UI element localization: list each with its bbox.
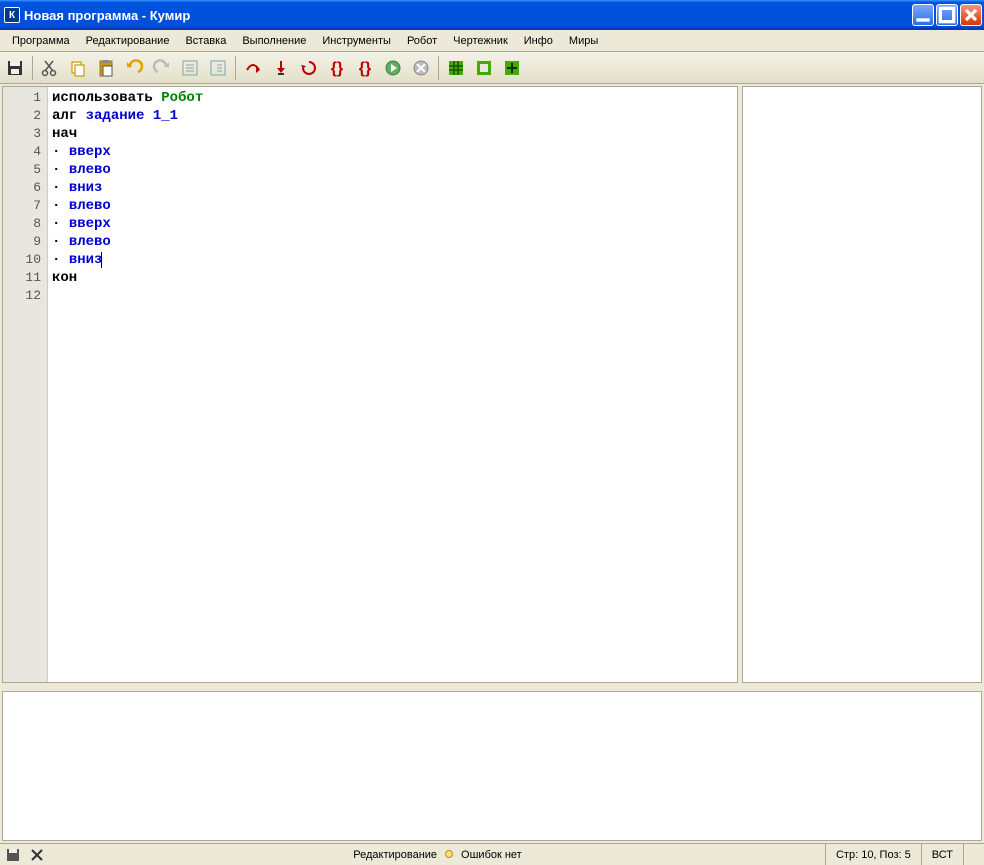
line-number: 1 [5,89,41,107]
title-bar: К Новая программа - Кумир [0,0,984,30]
separator [438,56,439,80]
save-icon[interactable] [2,55,28,81]
code-line[interactable]: алг задание 1_1 [52,107,733,125]
line-number: 9 [5,233,41,251]
side-panel [742,86,982,683]
status-indicator [437,849,461,861]
app-icon: К [4,7,20,23]
grid-outline-icon[interactable] [471,55,497,81]
svg-text:{}: {} [331,60,343,77]
code-editor[interactable]: использовать Роботалг задание 1_1нач· вв… [48,87,737,682]
line-number: 3 [5,125,41,143]
grid-all-icon[interactable] [443,55,469,81]
close-button[interactable] [960,4,982,26]
menu-program[interactable]: Программа [4,33,78,49]
line-number: 4 [5,143,41,161]
menu-insert[interactable]: Вставка [177,33,234,49]
status-position: Стр: 10, Поз: 5 [825,844,921,865]
stop-icon[interactable] [408,55,434,81]
step-back-icon[interactable] [296,55,322,81]
maximize-button[interactable] [936,4,958,26]
step-over-icon[interactable] [240,55,266,81]
code-line[interactable]: использовать Робот [52,89,733,107]
line-number: 11 [5,269,41,287]
step-brace-r-icon[interactable]: {} [352,55,378,81]
menu-info[interactable]: Инфо [516,33,561,49]
code-line[interactable]: · вверх [52,215,733,233]
menu-edit[interactable]: Редактирование [78,33,178,49]
code-line[interactable]: нач [52,125,733,143]
text-caret [101,252,102,268]
run-icon[interactable] [380,55,406,81]
indent-in-icon[interactable] [205,55,231,81]
menu-worlds[interactable]: Миры [561,33,606,49]
code-line[interactable]: · влево [52,233,733,251]
line-gutter: 123456789101112 [3,87,48,682]
code-line[interactable]: · вверх [52,143,733,161]
code-line[interactable]: · влево [52,197,733,215]
menu-bar: Программа Редактирование Вставка Выполне… [0,30,984,52]
status-bar: Редактирование Ошибок нет Стр: 10, Поз: … [0,843,984,865]
code-line[interactable] [52,287,733,305]
indent-out-icon[interactable] [177,55,203,81]
code-line[interactable]: кон [52,269,733,287]
code-line[interactable]: · вниз [52,179,733,197]
svg-text:{}: {} [359,60,371,77]
toolbar: {} {} [0,52,984,84]
main-area: 123456789101112 использовать Роботалг за… [0,84,984,685]
code-line[interactable]: · влево [52,161,733,179]
menu-drawer[interactable]: Чертежник [445,33,516,49]
output-panel[interactable] [2,691,982,841]
line-number: 6 [5,179,41,197]
separator [235,56,236,80]
status-save-icon[interactable] [4,846,22,864]
status-errors: Ошибок нет [461,849,522,861]
line-number: 10 [5,251,41,269]
menu-robot[interactable]: Робот [399,33,445,49]
line-number: 5 [5,161,41,179]
editor-pane: 123456789101112 использовать Роботалг за… [2,86,738,683]
menu-tools[interactable]: Инструменты [314,33,399,49]
code-line[interactable]: · вниз [52,251,733,269]
grid-plus-icon[interactable] [499,55,525,81]
cut-icon[interactable] [37,55,63,81]
status-insert-mode: ВСТ [921,844,963,865]
step-into-icon[interactable] [268,55,294,81]
minimize-button[interactable] [912,4,934,26]
window-title: Новая программа - Кумир [24,8,910,23]
menu-execution[interactable]: Выполнение [234,33,314,49]
status-pad [963,844,984,865]
line-number: 2 [5,107,41,125]
separator [32,56,33,80]
line-number: 8 [5,215,41,233]
line-number: 7 [5,197,41,215]
copy-icon[interactable] [65,55,91,81]
step-brace-l-icon[interactable]: {} [324,55,350,81]
paste-icon[interactable] [93,55,119,81]
status-action-icon[interactable] [28,846,46,864]
redo-icon[interactable] [149,55,175,81]
undo-icon[interactable] [121,55,147,81]
line-number: 12 [5,287,41,305]
status-mode: Редактирование [353,849,437,861]
